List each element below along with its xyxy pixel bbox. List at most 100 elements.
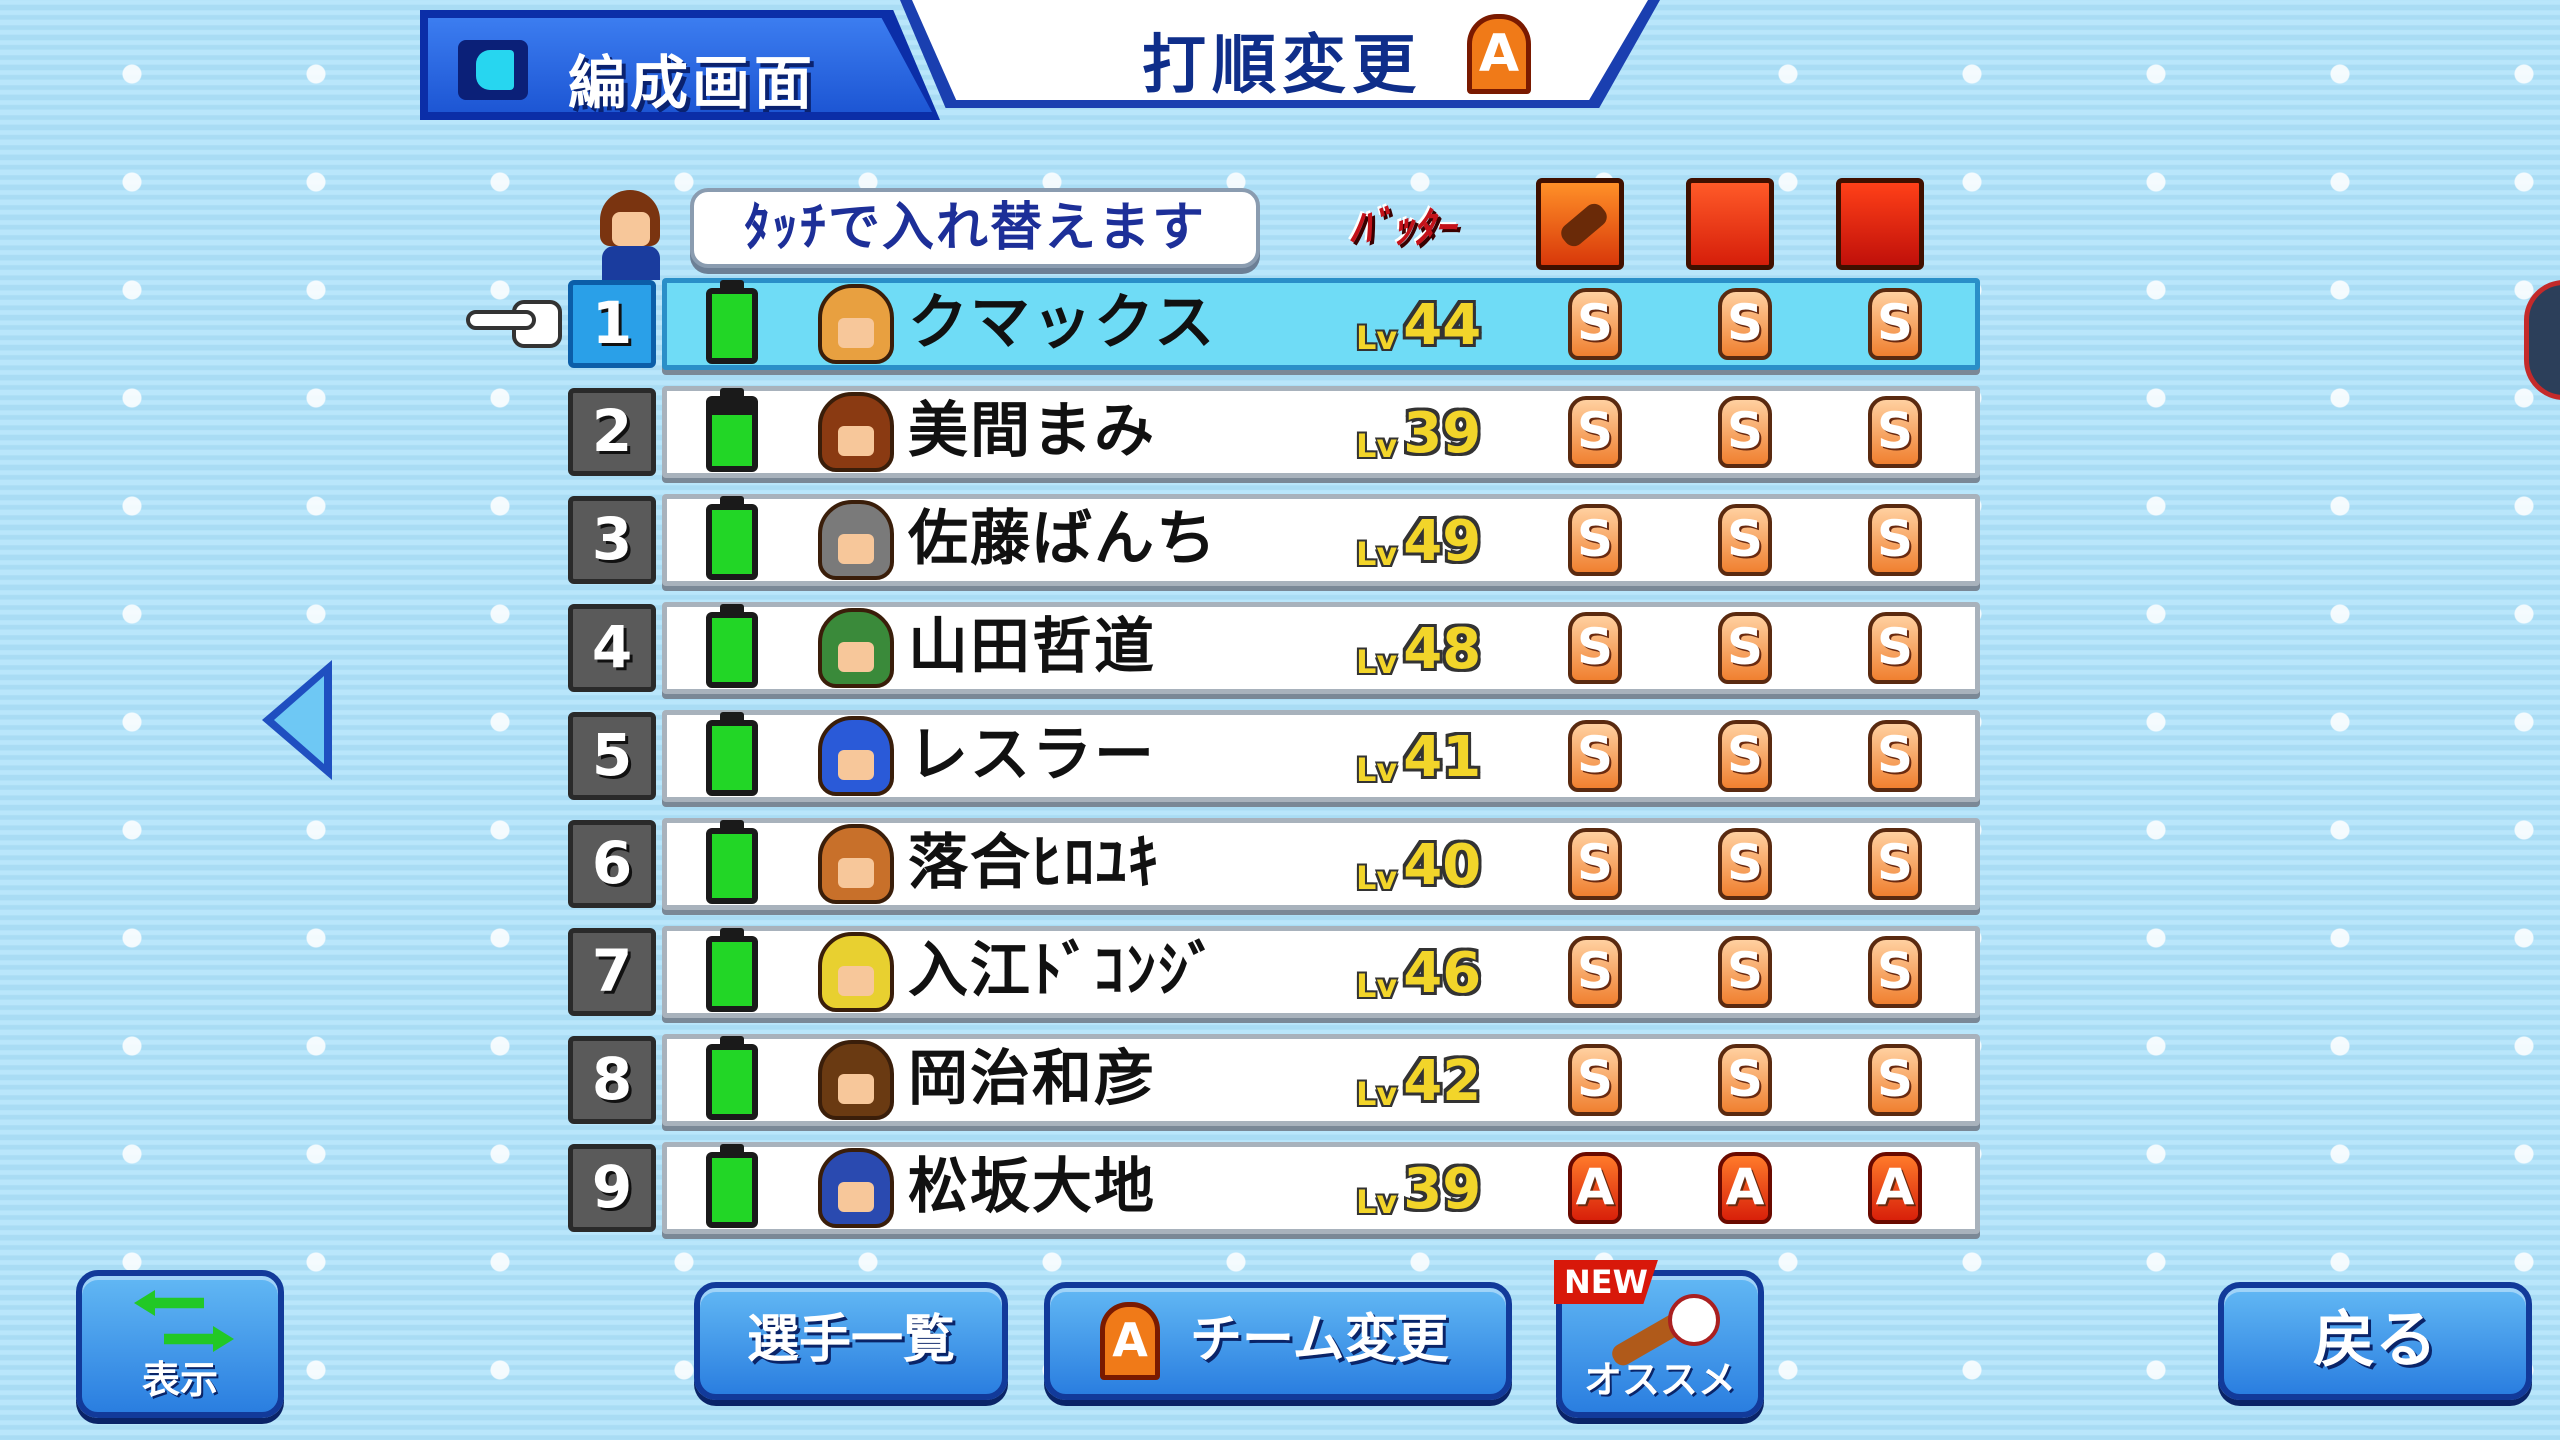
player-name: 美間まみ bbox=[908, 396, 1156, 466]
stamina-battery-icon bbox=[706, 1036, 758, 1120]
level-prefix: Lv bbox=[1356, 1183, 1398, 1221]
stamina-battery-icon bbox=[706, 820, 758, 904]
player-face-icon bbox=[818, 932, 894, 1012]
speed-grade-badge: S bbox=[1868, 612, 1922, 684]
strength-grade-badge: S bbox=[1718, 504, 1772, 576]
stamina-fill bbox=[712, 414, 752, 466]
strength-icon bbox=[1686, 178, 1774, 270]
speed-icon bbox=[1836, 178, 1924, 270]
level-value: 39 bbox=[1403, 401, 1482, 466]
power-grade-badge: S bbox=[1568, 828, 1622, 900]
pointing-hand-icon bbox=[466, 296, 566, 352]
strength-grade-badge: S bbox=[1718, 720, 1772, 792]
assistant-avatar bbox=[590, 190, 670, 280]
level-value: 41 bbox=[1403, 725, 1482, 790]
player-level: Lv 48 bbox=[1356, 614, 1481, 682]
stamina-battery-icon bbox=[706, 496, 758, 580]
batting-order-number: 7 bbox=[568, 928, 656, 1016]
player-face-icon bbox=[818, 392, 894, 472]
speed-grade-badge: S bbox=[1868, 720, 1922, 792]
power-grade-badge: A bbox=[1568, 1152, 1622, 1224]
player-name: クマックス bbox=[908, 288, 1217, 358]
stamina-fill bbox=[712, 1158, 752, 1222]
stamina-battery-icon bbox=[706, 604, 758, 688]
player-name: 入江ﾄﾞｺﾝｼﾞ bbox=[908, 936, 1220, 1006]
batting-order-number: 6 bbox=[568, 820, 656, 908]
player-name: レスラー bbox=[908, 720, 1156, 790]
player-level: Lv 39 bbox=[1356, 1154, 1481, 1222]
batting-order-number: 2 bbox=[568, 388, 656, 476]
lineup-row[interactable]: 7 入江ﾄﾞｺﾝｼﾞ Lv 46 S S S bbox=[568, 926, 1980, 1018]
stamina-fill bbox=[712, 726, 752, 790]
level-value: 39 bbox=[1403, 1157, 1482, 1222]
power-grade-badge: S bbox=[1568, 720, 1622, 792]
strength-grade-badge: S bbox=[1718, 612, 1772, 684]
player-level: Lv 46 bbox=[1356, 938, 1481, 1006]
stamina-fill bbox=[712, 1050, 752, 1114]
player-name: 落合ﾋﾛﾕｷ bbox=[908, 828, 1160, 898]
back-button[interactable]: 戻る bbox=[2218, 1282, 2532, 1400]
power-grade-badge: S bbox=[1568, 1044, 1622, 1116]
speed-grade-badge: S bbox=[1868, 828, 1922, 900]
stamina-battery-icon bbox=[706, 712, 758, 796]
display-toggle-label: 表示 bbox=[141, 1358, 218, 1402]
lineup-row[interactable]: 2 美間まみ Lv 39 S S S bbox=[568, 386, 1980, 478]
display-toggle-button[interactable]: 表示 bbox=[76, 1270, 284, 1418]
new-badge: NEW bbox=[1554, 1260, 1658, 1304]
batting-order-number: 9 bbox=[568, 1144, 656, 1232]
player-level: Lv 40 bbox=[1356, 830, 1481, 898]
stamina-fill bbox=[712, 294, 752, 358]
player-face-icon bbox=[818, 608, 894, 688]
level-prefix: Lv bbox=[1356, 859, 1398, 897]
back-arrow-icon bbox=[458, 40, 528, 100]
power-grade-badge: S bbox=[1568, 936, 1622, 1008]
player-level: Lv 41 bbox=[1356, 722, 1481, 790]
player-face-icon bbox=[818, 284, 894, 364]
player-level: Lv 44 bbox=[1356, 290, 1481, 358]
player-face-icon bbox=[818, 500, 894, 580]
lineup-row[interactable]: 8 岡治和彦 Lv 42 S S S bbox=[568, 1034, 1980, 1126]
player-level: Lv 49 bbox=[1356, 506, 1481, 574]
stamina-battery-icon bbox=[706, 280, 758, 364]
speed-grade-badge: S bbox=[1868, 936, 1922, 1008]
batting-power-icon bbox=[1536, 178, 1624, 270]
player-name: 岡治和彦 bbox=[908, 1044, 1156, 1114]
lineup-row[interactable]: 3 佐藤ばんち Lv 49 S S S bbox=[568, 494, 1980, 586]
strength-grade-badge: S bbox=[1718, 1044, 1772, 1116]
level-prefix: Lv bbox=[1356, 1075, 1398, 1113]
strength-grade-badge: S bbox=[1718, 828, 1772, 900]
player-face-icon bbox=[818, 1148, 894, 1228]
player-name: 松坂大地 bbox=[908, 1152, 1156, 1222]
lineup-row[interactable]: 9 松坂大地 Lv 39 A A A bbox=[568, 1142, 1980, 1234]
batter-label: ﾊﾞｯﾀｰ bbox=[1350, 203, 1456, 252]
level-prefix: Lv bbox=[1356, 967, 1398, 1005]
screen-title-panel: 打順変更 A bbox=[900, 0, 1660, 108]
lineup-row[interactable]: 5 レスラー Lv 41 S S S bbox=[568, 710, 1980, 802]
level-value: 44 bbox=[1403, 293, 1482, 358]
back-tab-face: 編成画面 bbox=[428, 18, 932, 112]
player-list-button[interactable]: 選手一覧 bbox=[694, 1282, 1008, 1400]
side-menu-tab[interactable] bbox=[2524, 280, 2560, 400]
stamina-fill bbox=[712, 942, 752, 1006]
batting-order-number: 3 bbox=[568, 496, 656, 584]
back-to-formation-tab[interactable]: 編成画面 bbox=[420, 10, 940, 120]
level-prefix: Lv bbox=[1356, 643, 1398, 681]
strength-grade-badge: A bbox=[1718, 1152, 1772, 1224]
player-level: Lv 39 bbox=[1356, 398, 1481, 466]
level-value: 49 bbox=[1403, 509, 1482, 574]
stamina-battery-icon bbox=[706, 1144, 758, 1228]
lineup-row[interactable]: 6 落合ﾋﾛﾕｷ Lv 40 S S S bbox=[568, 818, 1980, 910]
player-face-icon bbox=[818, 1040, 894, 1120]
level-value: 42 bbox=[1403, 1049, 1482, 1114]
lineup-row[interactable]: 1 クマックス Lv 44 S S S bbox=[568, 278, 1980, 370]
screen-title-face: 打順変更 A bbox=[912, 0, 1648, 100]
lineup-row[interactable]: 4 山田哲道 Lv 48 S S S bbox=[568, 602, 1980, 694]
recommend-button[interactable]: NEW オススメ bbox=[1554, 1260, 1764, 1418]
batting-order-number: 5 bbox=[568, 712, 656, 800]
previous-page-arrow-icon[interactable] bbox=[262, 660, 332, 780]
team-change-button[interactable]: A チーム変更 bbox=[1044, 1282, 1512, 1400]
power-grade-badge: S bbox=[1568, 288, 1622, 360]
speed-grade-badge: S bbox=[1868, 504, 1922, 576]
speed-grade-badge: S bbox=[1868, 288, 1922, 360]
team-a-badge-icon: A bbox=[1100, 1302, 1160, 1380]
